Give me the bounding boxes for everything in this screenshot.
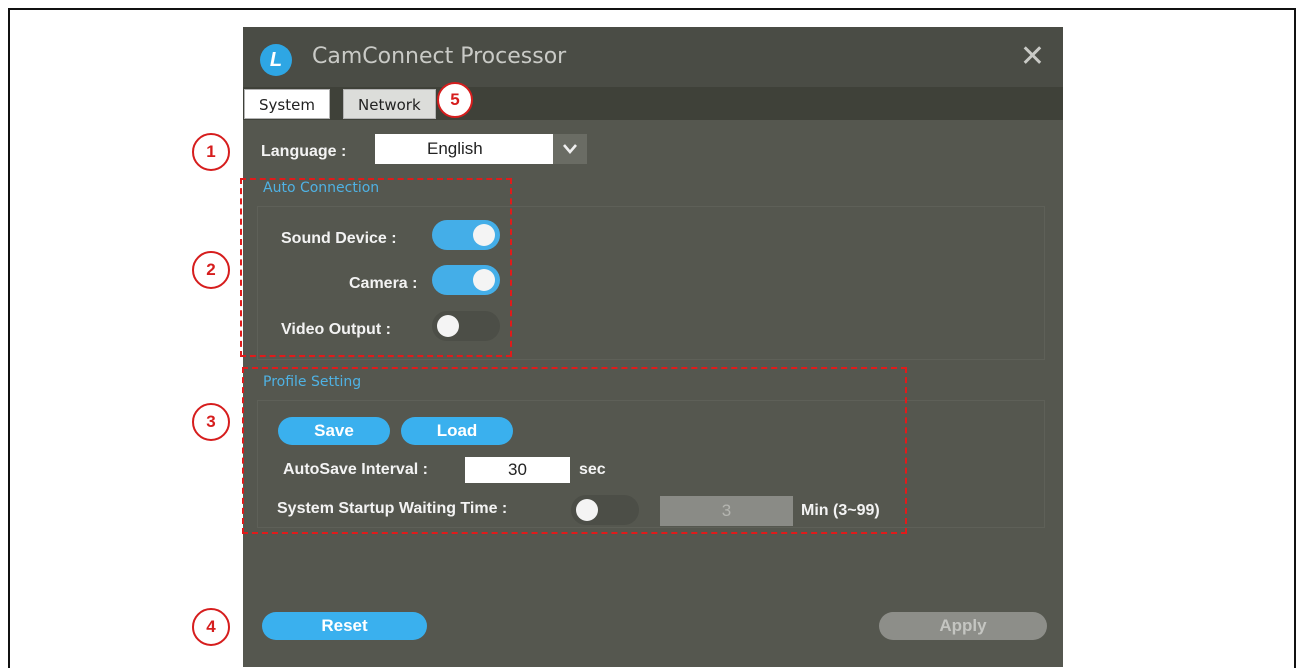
app-logo: L (260, 44, 292, 76)
close-icon[interactable]: ✕ (1020, 39, 1045, 74)
window-title: CamConnect Processor (312, 44, 567, 69)
title-bar: L CamConnect Processor ✕ (243, 27, 1063, 87)
language-label: Language : (261, 143, 347, 160)
annotation-box-profile-setting (242, 367, 907, 534)
annotation-marker-4: 4 (192, 608, 230, 646)
language-value: English (427, 139, 483, 158)
apply-button[interactable]: Apply (879, 612, 1047, 640)
annotation-marker-2: 2 (192, 251, 230, 289)
annotation-box-auto-connection (240, 178, 512, 357)
annotation-marker-5: 5 (437, 82, 473, 118)
tab-system[interactable]: System (244, 89, 330, 119)
reset-button[interactable]: Reset (262, 612, 427, 640)
language-select[interactable]: English (375, 134, 587, 164)
tab-network[interactable]: Network (343, 89, 436, 119)
chevron-down-icon[interactable] (553, 134, 587, 164)
annotation-marker-3: 3 (192, 403, 230, 441)
annotation-marker-1: 1 (192, 133, 230, 171)
